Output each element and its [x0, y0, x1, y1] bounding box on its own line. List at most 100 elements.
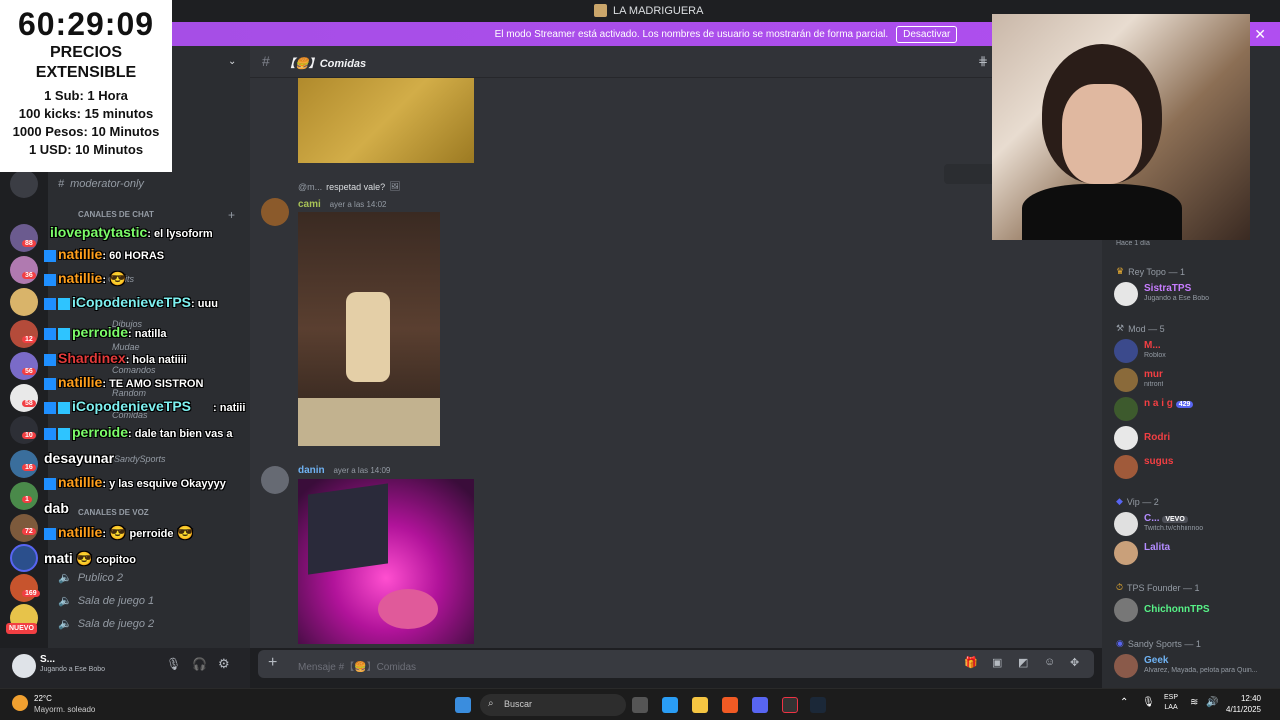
member-item[interactable]: Rodri	[1114, 426, 1274, 452]
windows-start-icon[interactable]	[455, 697, 471, 713]
voice-channel-sala-2[interactable]: 🔈 Sala de juego 2	[58, 617, 154, 631]
headphones-icon[interactable]: 🎧	[192, 657, 207, 671]
weather-icon[interactable]	[12, 695, 28, 711]
obs-icon[interactable]	[782, 697, 798, 713]
copilot-icon[interactable]	[662, 697, 678, 713]
threads-icon[interactable]: ⋕	[978, 54, 988, 68]
server-rail: 88 36 12 56 58 10 16 1 72 169	[0, 168, 48, 648]
image-icon: 🖼	[389, 181, 401, 191]
member-item[interactable]: sugus	[1114, 455, 1274, 481]
deactivate-button[interactable]: Desactivar	[896, 25, 958, 43]
timer-rate: 1000 Pesos: 10 Minutos	[12, 124, 160, 139]
category-chat[interactable]: CANALES DE CHAT	[78, 210, 154, 219]
server-icon[interactable]	[10, 544, 38, 572]
search-icon: ⌕	[488, 698, 494, 709]
wifi-icon[interactable]: ≋	[1190, 697, 1198, 708]
server-icon[interactable]	[10, 352, 38, 380]
member-item[interactable]: C... VEVO Twitch.tv/chhiinnoo	[1114, 512, 1274, 538]
crown-icon: ♛	[1116, 266, 1125, 276]
add-attachment-icon[interactable]: +	[268, 654, 277, 672]
channel-sandysports[interactable]: SandySports	[114, 454, 166, 464]
gif-icon[interactable]: ▣	[992, 656, 1002, 669]
server-icon[interactable]	[10, 288, 38, 316]
timer-rate: 1 Sub: 1 Hora	[44, 88, 128, 103]
message-image[interactable]	[298, 212, 440, 446]
clock[interactable]: 12:40 4/11/2025	[1226, 693, 1261, 715]
avatar	[1114, 397, 1138, 421]
chevron-down-icon[interactable]: ⌄	[228, 56, 236, 67]
message-author[interactable]: danin ayer a las 14:09	[298, 465, 390, 476]
steam-icon[interactable]	[810, 697, 826, 713]
boost-badge: 429	[1175, 401, 1194, 408]
member-name: Rodri	[1144, 432, 1171, 443]
floor	[298, 398, 440, 446]
brave-icon[interactable]	[722, 697, 738, 713]
sticker-icon[interactable]: ◩	[1018, 656, 1028, 669]
member-item[interactable]: ChichonnTPS	[1114, 598, 1274, 624]
server-icon[interactable]	[10, 256, 38, 284]
avatar[interactable]	[261, 466, 289, 494]
microphone-icon[interactable]: 🎙	[1142, 697, 1155, 708]
member-item[interactable]: mur nitront	[1114, 368, 1274, 394]
task-view-icon[interactable]	[632, 697, 648, 713]
gear-icon[interactable]: ⚙	[218, 656, 230, 672]
voice-channel-sala-1[interactable]: 🔈 Sala de juego 1	[58, 594, 154, 608]
message-hover-toolbar[interactable]	[944, 164, 998, 184]
banner-text: El modo Streamer está activado. Los nomb…	[494, 28, 889, 40]
server-icon[interactable]	[10, 170, 38, 198]
add-channel-icon[interactable]: +	[228, 208, 235, 222]
channel-moderator-only[interactable]: # moderator-only	[58, 178, 144, 190]
server-icon[interactable]	[10, 574, 38, 602]
microphone-icon[interactable]: 🎙	[166, 657, 181, 671]
voice-channel-publico-2[interactable]: 🔈 Publico 2	[58, 571, 123, 585]
server-icon[interactable]	[10, 384, 38, 412]
wrench-icon: ⚒	[1116, 323, 1125, 333]
member-item[interactable]: Geek Alvarez, Mayada, pelota para Quin..…	[1114, 654, 1274, 680]
close-icon[interactable]: ✕	[1254, 26, 1266, 43]
role-header: ⚒ Mod — 5	[1116, 323, 1165, 334]
role-header: ◉ Sandy Sports — 1	[1116, 638, 1201, 649]
member-item[interactable]: M... Roblox	[1114, 339, 1274, 365]
hash-icon: #	[58, 178, 65, 190]
stream-chat-line: natillie: y las esquive Okayyyy	[44, 474, 226, 490]
search-box[interactable]: ⌕ Buscar	[480, 694, 626, 716]
member-item[interactable]: SistraTPS Jugando a Ese Bobo	[1114, 282, 1274, 308]
volume-icon[interactable]: 🔊	[1206, 697, 1218, 708]
stream-chat-line: natillie: 60 HORAS	[44, 246, 164, 262]
diamond-icon: ◆	[1116, 496, 1123, 506]
language-indicator[interactable]: ESP LAA	[1164, 693, 1178, 713]
message-author[interactable]: cami ayer a las 14:02	[298, 199, 387, 210]
message-image[interactable]	[298, 78, 474, 163]
webcam-face	[1062, 84, 1142, 184]
avatar[interactable]	[12, 654, 36, 678]
user-panel: S... Jugando a Ese Bobo 🎙 🎧 ⚙	[0, 648, 250, 688]
avatar	[1114, 455, 1138, 479]
discord-icon[interactable]	[752, 697, 768, 713]
member-name: ChichonnTPS	[1144, 604, 1210, 615]
server-icon[interactable]	[10, 416, 38, 444]
reply-preview[interactable]: @m... respetad vale? 🖼	[298, 181, 401, 192]
tag-badge: VEVO	[1162, 516, 1188, 523]
message-timestamp: ayer a las 14:02	[329, 200, 387, 209]
member-item[interactable]: Lalita	[1114, 541, 1274, 567]
windows-taskbar: 22°C Mayorm. soleado ⌕ Buscar ⌃ 🎙 ESP LA…	[0, 688, 1280, 720]
gift-icon[interactable]: 🎁	[964, 656, 978, 669]
tray-expand-icon[interactable]: ⌃	[1120, 697, 1128, 708]
avatar	[1114, 368, 1138, 392]
weather-temp: 22°C	[34, 694, 52, 703]
timer-title-2: EXTENSIBLE	[35, 64, 137, 81]
apps-icon[interactable]: ✥	[1070, 656, 1079, 669]
file-explorer-icon[interactable]	[692, 697, 708, 713]
member-item[interactable]: n a i g 429	[1114, 397, 1274, 423]
webcam-overlay	[992, 14, 1250, 240]
server-icon[interactable]	[10, 320, 38, 348]
subathon-timer-overlay: 60:29:09 PRECIOS EXTENSIBLE 1 Sub: 1 Hor…	[0, 0, 172, 172]
message-input[interactable]: Mensaje #【🍔】Comidas	[298, 658, 416, 673]
message-image[interactable]	[298, 479, 474, 644]
server-icon[interactable]	[10, 224, 38, 252]
unread-badge: 10	[22, 432, 36, 439]
avatar	[1114, 512, 1138, 536]
emoji-icon[interactable]: ☺	[1044, 656, 1055, 668]
avatar[interactable]	[261, 198, 289, 226]
category-voice[interactable]: CANALES DE VOZ	[78, 508, 149, 517]
